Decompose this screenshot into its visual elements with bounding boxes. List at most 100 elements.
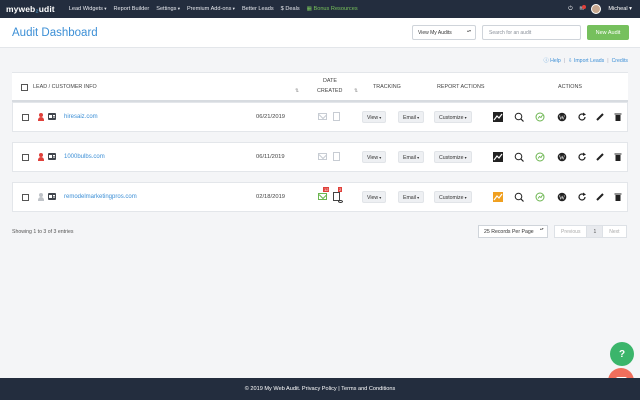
divider: | bbox=[563, 57, 566, 64]
edit-icon[interactable] bbox=[594, 191, 606, 203]
customize-dropdown[interactable]: Customize bbox=[434, 151, 472, 163]
lead-link[interactable]: hiresaiz.com bbox=[64, 114, 98, 120]
sort-icon[interactable]: ⇅ bbox=[295, 88, 299, 94]
divider: | bbox=[607, 57, 609, 64]
trash-icon[interactable] bbox=[612, 151, 624, 163]
analytics-icon[interactable] bbox=[534, 191, 546, 203]
nav-deals[interactable]: $ Deals bbox=[281, 6, 300, 12]
view-dropdown[interactable]: View bbox=[362, 151, 387, 163]
search-input[interactable] bbox=[482, 25, 581, 40]
email-open-count: 12 bbox=[323, 187, 330, 192]
edit-icon[interactable] bbox=[594, 111, 606, 123]
logo-text: myweb bbox=[6, 4, 36, 14]
email-dropdown[interactable]: Email bbox=[398, 191, 425, 203]
report-view-count: 2 bbox=[338, 187, 343, 192]
nav-bonus-resources[interactable]: ▦ Bonus Resources bbox=[307, 6, 358, 12]
view-dropdown[interactable]: View bbox=[362, 111, 387, 123]
date-created: 06/11/2019 bbox=[256, 154, 285, 160]
refresh-icon[interactable] bbox=[576, 191, 588, 203]
row-checkbox[interactable] bbox=[22, 154, 29, 161]
help-label: Help bbox=[550, 58, 561, 64]
keyword-chart-icon[interactable] bbox=[492, 151, 504, 163]
row-checkbox[interactable] bbox=[22, 194, 29, 201]
email-tracking-icon[interactable] bbox=[318, 193, 327, 200]
trash-icon[interactable] bbox=[612, 111, 624, 123]
logo-text-end: udit bbox=[38, 4, 55, 14]
svg-text:W: W bbox=[559, 195, 566, 202]
entries-info: Showing 1 to 3 of 3 entries bbox=[12, 229, 74, 235]
seo-search-icon[interactable] bbox=[513, 151, 525, 163]
wordpress-icon[interactable]: W bbox=[556, 151, 568, 163]
col-date-line2[interactable]: Created bbox=[317, 88, 342, 94]
svg-text:W: W bbox=[559, 155, 566, 162]
report-view-icon[interactable] bbox=[333, 112, 340, 121]
user-menu[interactable]: Micheal ▾ bbox=[608, 6, 632, 12]
wordpress-icon[interactable]: W bbox=[556, 111, 568, 123]
col-date-line1[interactable]: Date bbox=[323, 78, 337, 84]
report-view-icon[interactable] bbox=[333, 152, 340, 161]
help-links: ⓘ Help | ⇩ Import Leads | Credits bbox=[543, 57, 628, 65]
refresh-icon[interactable] bbox=[576, 111, 588, 123]
col-report-actions: Report Actions bbox=[437, 84, 485, 90]
email-tracking-icon[interactable] bbox=[318, 153, 327, 160]
user-icon bbox=[38, 153, 44, 161]
contact-card-icon[interactable] bbox=[48, 113, 56, 120]
seo-search-icon[interactable] bbox=[513, 191, 525, 203]
new-audit-button[interactable]: New Audit bbox=[587, 25, 629, 40]
email-tracking-icon[interactable] bbox=[318, 113, 327, 120]
footer: © 2019 My Web Audit. Privacy Policy | Te… bbox=[0, 378, 640, 400]
avatar[interactable] bbox=[591, 4, 602, 14]
user-name: Micheal bbox=[608, 6, 628, 12]
col-tracking: Tracking bbox=[373, 84, 401, 90]
nav-settings[interactable]: Settings bbox=[156, 6, 180, 12]
email-dropdown[interactable]: Email bbox=[398, 111, 425, 123]
page-title: Audit Dashboard bbox=[12, 27, 98, 39]
help-chat-button[interactable]: ? bbox=[610, 342, 634, 366]
analytics-icon[interactable] bbox=[534, 111, 546, 123]
wordpress-icon[interactable]: W bbox=[556, 191, 568, 203]
page-button[interactable]: 1 bbox=[587, 226, 604, 237]
logo[interactable]: myweb₂udit bbox=[6, 4, 55, 14]
trash-icon[interactable] bbox=[612, 191, 624, 203]
row-checkbox[interactable] bbox=[22, 114, 29, 121]
user-icon bbox=[38, 193, 44, 201]
import-leads-link[interactable]: ⇩ Import Leads bbox=[568, 58, 604, 64]
nav-bonus-label: Bonus Resources bbox=[313, 6, 358, 12]
view-audits-select[interactable]: View My Audits bbox=[412, 25, 476, 40]
lead-link[interactable]: remodelmarketingpros.com bbox=[64, 194, 137, 200]
customize-dropdown[interactable]: Customize bbox=[434, 111, 472, 123]
keyword-chart-icon[interactable] bbox=[492, 111, 504, 123]
col-lead[interactable]: Lead / Customer Info bbox=[33, 84, 97, 90]
help-link[interactable]: ⓘ Help bbox=[543, 57, 560, 64]
edit-icon[interactable] bbox=[594, 151, 606, 163]
prev-page-button[interactable]: Previous bbox=[555, 226, 588, 237]
question-icon: ? bbox=[618, 348, 626, 360]
nav-report-builder[interactable]: Report Builder bbox=[113, 6, 149, 12]
customize-dropdown[interactable]: Customize bbox=[434, 191, 472, 203]
refresh-icon[interactable] bbox=[576, 151, 588, 163]
view-dropdown[interactable]: View bbox=[362, 191, 387, 203]
seo-search-icon[interactable] bbox=[513, 111, 525, 123]
notification-icon[interactable]: ✉ bbox=[580, 5, 586, 12]
contact-card-icon[interactable] bbox=[48, 193, 56, 200]
power-icon[interactable]: ⏻ bbox=[568, 6, 572, 13]
top-nav: myweb₂udit Lead Widgets Report Builder S… bbox=[0, 0, 640, 18]
credits-link[interactable]: Credits bbox=[612, 58, 628, 64]
keyword-chart-icon[interactable] bbox=[492, 191, 504, 203]
nav-lead-widgets[interactable]: Lead Widgets bbox=[69, 6, 107, 12]
analytics-icon[interactable] bbox=[534, 151, 546, 163]
records-per-page-select[interactable]: 25 Records Per Page bbox=[478, 225, 548, 238]
select-all-checkbox[interactable] bbox=[21, 84, 28, 91]
nav-premium-addons[interactable]: Premium Add-ons bbox=[187, 6, 235, 12]
nav-better-leads[interactable]: Better Leads bbox=[242, 6, 274, 12]
table-row: hiresaiz.com 06/21/2019 View Email Customize… bbox=[12, 102, 628, 132]
table-row: remodelmarketingpros.com 02/18/2019 12 2 Vie… bbox=[12, 182, 628, 212]
email-dropdown[interactable]: Email bbox=[398, 151, 425, 163]
contact-card-icon[interactable] bbox=[48, 153, 56, 160]
next-page-button[interactable]: Next bbox=[603, 226, 625, 237]
eye-icon bbox=[338, 200, 343, 203]
lead-link[interactable]: 1000bulbs.com bbox=[64, 154, 105, 160]
page-header: Audit Dashboard View My Audits New Audit bbox=[0, 18, 640, 48]
svg-text:W: W bbox=[559, 115, 566, 122]
sort-icon[interactable]: ⇅ bbox=[354, 88, 358, 94]
